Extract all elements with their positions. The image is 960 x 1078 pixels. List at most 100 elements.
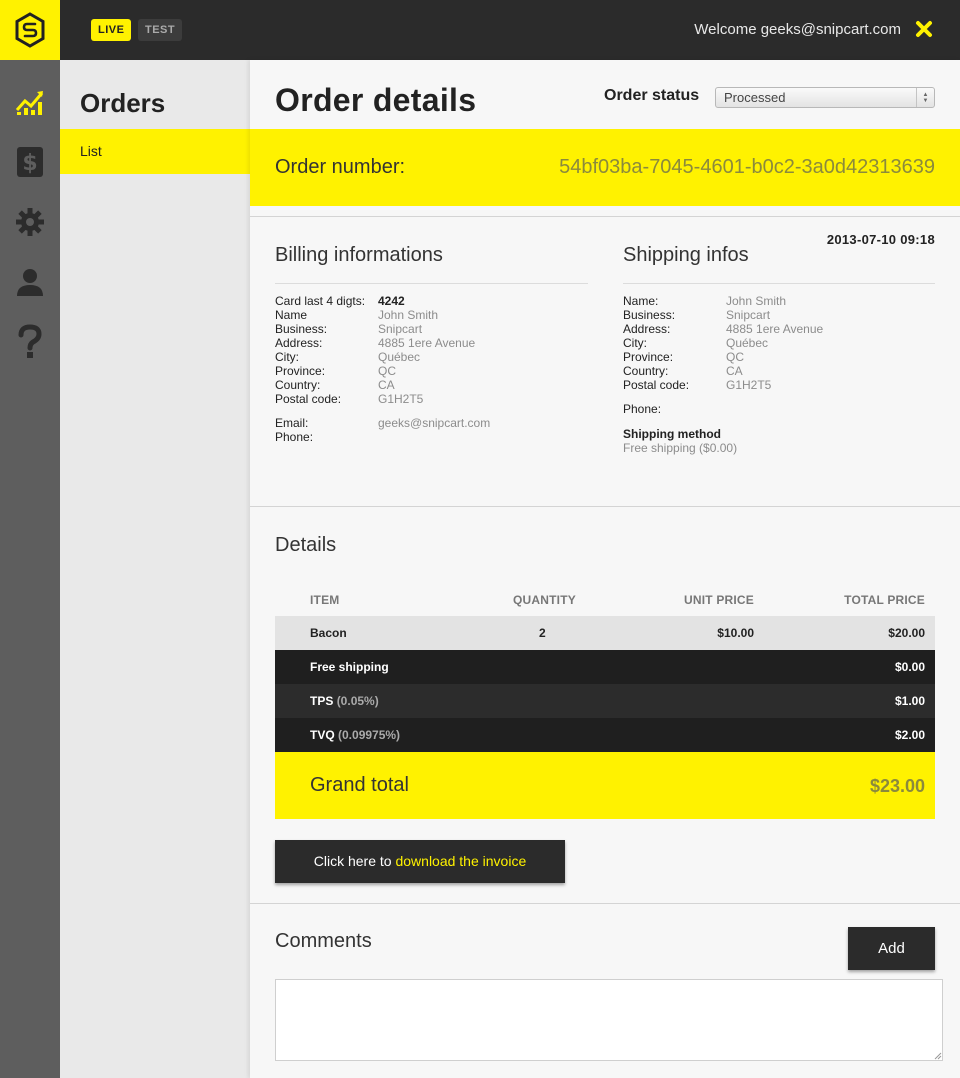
table-row: TVQ (0.09975%) $2.00 [275, 718, 935, 752]
shipping-row-total: $0.00 [894, 660, 925, 674]
billing-address-value: 4885 1ere Avenue [378, 336, 476, 350]
item-total-price: $20.00 [888, 626, 925, 640]
tax-total: $1.00 [894, 694, 925, 708]
shipping-label: Address: [623, 322, 671, 336]
grand-total-band: Grand total $23.00 [275, 752, 935, 819]
tax-name: TVQ [310, 728, 335, 742]
order-number-value: 54bf03ba-7045-4601-b0c2-3a0d42313639 [559, 156, 935, 178]
billing-province-value: QC [378, 364, 396, 378]
add-comment-button[interactable]: Add [848, 927, 935, 970]
comments-heading: Comments [275, 930, 372, 952]
order-status-value: Processed [724, 90, 786, 105]
shipping-heading: Shipping infos [623, 244, 749, 266]
billing-phone-label: Phone: [275, 430, 314, 444]
card-last4-value: 4242 [378, 294, 405, 308]
item-quantity: 2 [539, 626, 546, 640]
orders-subnav: Orders List [60, 60, 250, 1078]
billing-heading: Billing informations [275, 244, 443, 266]
user-icon[interactable] [12, 264, 48, 300]
billing-label: Card last 4 digts: [275, 294, 366, 308]
billing-label: Name [275, 308, 308, 322]
tax-total: $2.00 [894, 728, 925, 742]
snipcart-logo-icon [15, 12, 45, 48]
icon-sidebar: $ [0, 60, 60, 1078]
top-bar: LIVE TEST Welcome geeks@snipcart.com [0, 0, 960, 60]
billing-business-value: Snipcart [378, 322, 423, 336]
shipping-divider [623, 283, 935, 284]
help-icon[interactable] [12, 324, 48, 360]
shipping-row-name: Free shipping [310, 660, 389, 674]
billing-label: Country: [275, 378, 321, 392]
tax-rate: (0.05%) [336, 694, 379, 708]
shipping-postal-value: G1H2T5 [726, 378, 772, 392]
tax-name: TPS [310, 694, 334, 708]
shipping-method-label: Shipping method [623, 427, 721, 441]
billing-label: Province: [275, 364, 326, 378]
grand-total-value: $23.00 [869, 776, 925, 796]
table-row: Bacon 2 $10.00 $20.00 [275, 616, 935, 650]
billing-country-value: CA [378, 378, 395, 392]
billing-info: Card last 4 digts: 4242 Name John Smith Bu… [275, 294, 490, 444]
addresses-panel: 2013-07-10 09:18 Billing informations Ca… [250, 216, 960, 506]
subnav-title: Orders [80, 88, 166, 118]
billing-label: City: [275, 350, 299, 364]
table-row: Free shipping $0.00 [275, 650, 935, 684]
order-status-select[interactable]: Processed ▲ ▼ [715, 87, 935, 108]
close-icon[interactable] [912, 17, 936, 41]
billing-name-value: John Smith [378, 308, 439, 322]
order-status-label: Order status [604, 87, 700, 104]
gear-icon[interactable] [12, 204, 48, 240]
shipping-city-value: Québec [726, 336, 769, 350]
shipping-info: Name: John Smith Business: Snipcart Addres… [623, 294, 823, 416]
resize-handle-icon[interactable] [934, 1052, 942, 1060]
shipping-label: Province: [623, 350, 674, 364]
billing-city-value: Québec [378, 350, 421, 364]
details-panel: Details ITEM QUANTITY UNIT PRICE TOTAL P… [250, 506, 960, 903]
shipping-business-value: Snipcart [726, 308, 771, 322]
test-mode-toggle[interactable]: TEST [138, 19, 183, 41]
select-arrows-icon: ▲ ▼ [916, 88, 934, 107]
page-title: Order details [275, 82, 477, 118]
billing-divider [275, 283, 588, 284]
column-header-total-price: TOTAL PRICE [844, 593, 925, 607]
billing-postal-value: G1H2T5 [378, 392, 424, 406]
billing-email-label: Email: [275, 416, 309, 430]
order-date: 2013-07-10 09:18 [826, 232, 935, 247]
subnav-item-list[interactable]: List [60, 129, 250, 174]
shipping-label: Country: [623, 364, 669, 378]
details-table-header: ITEM QUANTITY UNIT PRICE TOTAL PRICE [275, 587, 935, 615]
shipping-address-value: 4885 1ere Avenue [726, 322, 824, 336]
dollar-icon[interactable]: $ [12, 144, 48, 180]
welcome-message: Welcome geeks@snipcart.com [694, 21, 901, 38]
shipping-label: Business: [623, 308, 676, 322]
column-header-unit-price: UNIT PRICE [683, 593, 754, 607]
shipping-label: Name: [623, 294, 659, 308]
svg-text:$: $ [22, 151, 37, 176]
details-table: Bacon 2 $10.00 $20.00 Free shipping $0.0… [275, 616, 935, 752]
download-invoice-link[interactable]: download the invoice [395, 853, 526, 869]
billing-label: Address: [275, 336, 323, 350]
tax-rate: (0.09975%) [338, 728, 401, 742]
column-header-quantity: QUANTITY [513, 593, 576, 607]
column-header-item: ITEM [310, 593, 340, 607]
shipping-phone-label: Phone: [623, 402, 662, 416]
shipping-name-value: John Smith [726, 294, 787, 308]
grand-total-label: Grand total [310, 774, 409, 796]
item-unit-price: $10.00 [717, 626, 754, 640]
details-heading: Details [275, 534, 337, 556]
chart-icon[interactable] [12, 84, 48, 120]
comments-panel: Comments Add [250, 903, 960, 1078]
comment-textarea[interactable] [275, 979, 943, 1061]
order-number-band: Order number: 54bf03ba-7045-4601-b0c2-3a… [250, 129, 960, 206]
shipping-label: City: [623, 336, 647, 350]
shipping-province-value: QC [726, 350, 744, 364]
snipcart-logo[interactable] [0, 0, 60, 60]
shipping-label: Postal code: [623, 378, 690, 392]
invoice-prefix: Click here to [313, 853, 392, 869]
download-invoice-button[interactable]: Click here to download the invoice [275, 840, 565, 883]
table-row: TPS (0.05%) $1.00 [275, 684, 935, 718]
billing-label: Business: [275, 322, 328, 336]
live-mode-toggle[interactable]: LIVE [91, 19, 132, 41]
billing-label: Postal code: [275, 392, 342, 406]
shipping-method-value: Free shipping ($0.00) [623, 441, 738, 455]
